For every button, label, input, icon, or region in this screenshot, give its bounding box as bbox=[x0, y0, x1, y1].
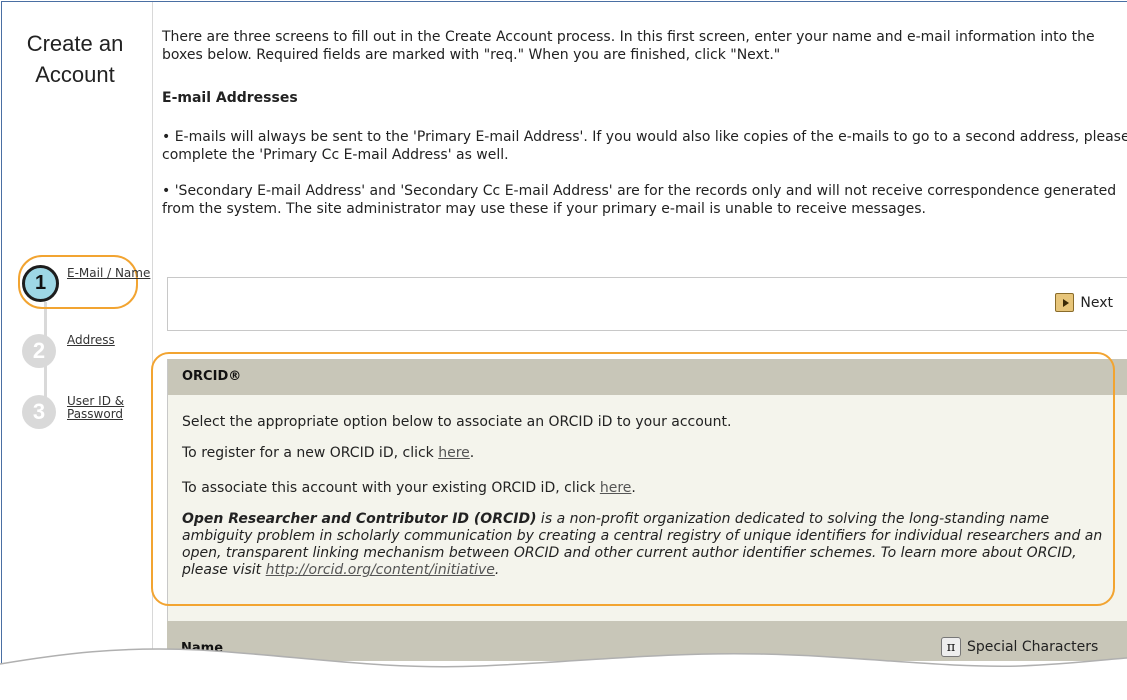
orcid-panel-title: ORCID® bbox=[182, 369, 242, 384]
orcid-instructions: Select the appropriate option below to a… bbox=[182, 414, 732, 430]
orcid-register-prefix: To register for a new ORCID iD, click bbox=[182, 445, 439, 461]
orcid-initiative-link[interactable]: http://orcid.org/content/initiative bbox=[266, 562, 495, 578]
step-1-icon: 1 bbox=[22, 265, 59, 302]
email-addresses-heading: E-mail Addresses bbox=[162, 90, 298, 106]
orcid-associate-suffix: . bbox=[631, 480, 636, 496]
orcid-description-end: . bbox=[494, 562, 500, 578]
orcid-register-line: To register for a new ORCID iD, click he… bbox=[182, 445, 474, 461]
torn-edge bbox=[0, 648, 1127, 700]
next-button[interactable]: Next bbox=[1055, 293, 1113, 312]
orcid-panel: ORCID® Select the appropriate option bel… bbox=[151, 352, 1127, 621]
page-title: Create an Account bbox=[10, 28, 140, 90]
next-button-label: Next bbox=[1080, 294, 1113, 311]
step-email-name-link[interactable]: E-Mail / Name bbox=[67, 267, 157, 280]
step-2-icon: 2 bbox=[22, 334, 56, 368]
navigation-bar: Next bbox=[167, 277, 1127, 331]
orcid-register-link[interactable]: here bbox=[438, 445, 470, 461]
orcid-associate-link[interactable]: here bbox=[600, 480, 632, 496]
orcid-panel-header: ORCID® bbox=[168, 359, 1127, 395]
orcid-register-suffix: . bbox=[469, 445, 475, 461]
step-address-link[interactable]: Address bbox=[67, 334, 157, 347]
orcid-associate-line: To associate this account with your exis… bbox=[182, 480, 636, 496]
step-3-icon: 3 bbox=[22, 395, 56, 429]
orcid-description: Open Researcher and Contributor ID (ORCI… bbox=[182, 511, 1112, 579]
orcid-associate-prefix: To associate this account with your exis… bbox=[182, 480, 600, 496]
email-bullet-primary: • E-mails will always be sent to the 'Pr… bbox=[162, 129, 1127, 163]
main-content: There are three screens to fill out in t… bbox=[151, 2, 1127, 696]
page-title-line2: Account bbox=[35, 62, 115, 87]
step-userid-password-link[interactable]: User ID & Password bbox=[67, 395, 139, 421]
orcid-description-bold: Open Researcher and Contributor ID (ORCI… bbox=[182, 511, 537, 527]
page-title-line1: Create an bbox=[26, 31, 124, 56]
play-arrow-icon bbox=[1055, 293, 1075, 312]
intro-text: There are three screens to fill out in t… bbox=[162, 29, 1095, 63]
page-frame: Create an Account 1 E-Mail / Name 2 Addr… bbox=[1, 1, 1127, 696]
email-bullet-secondary: • 'Secondary E-mail Address' and 'Second… bbox=[162, 183, 1117, 217]
sidebar: Create an Account 1 E-Mail / Name 2 Addr… bbox=[2, 2, 153, 696]
